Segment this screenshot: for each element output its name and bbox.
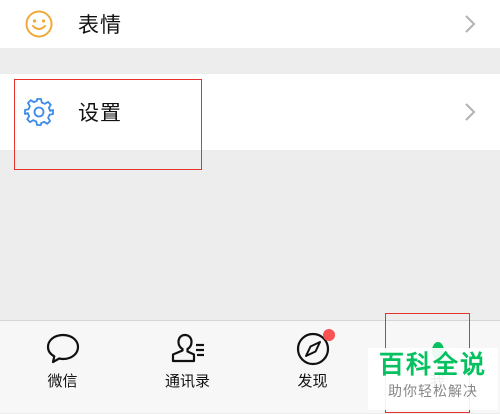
tab-chats[interactable]: 微信: [0, 321, 125, 414]
chat-bubble-icon: [46, 333, 79, 364]
gear-icon: [24, 98, 54, 126]
watermark: 百科全说 助你轻松解决: [368, 348, 498, 410]
menu-item-settings[interactable]: 设置: [0, 74, 500, 150]
menu-item-label: 表情: [78, 13, 122, 37]
chevron-right-icon: [465, 15, 476, 33]
tab-discover[interactable]: 发现: [250, 321, 375, 414]
menu-item-label: 设置: [78, 101, 122, 125]
menu-item-emoji[interactable]: 表情: [0, 0, 500, 48]
tab-label: 微信: [47, 372, 78, 390]
smiley-face-icon: [25, 10, 53, 38]
tab-contacts[interactable]: 通讯录: [125, 321, 250, 414]
tab-label: 通讯录: [164, 372, 210, 390]
watermark-title: 百科全说: [378, 350, 487, 379]
contacts-icon: [171, 333, 204, 363]
tab-label: 发现: [297, 372, 328, 390]
notification-dot: [323, 329, 335, 341]
chevron-right-icon: [465, 103, 476, 121]
watermark-subtitle: 助你轻松解决: [388, 384, 478, 400]
